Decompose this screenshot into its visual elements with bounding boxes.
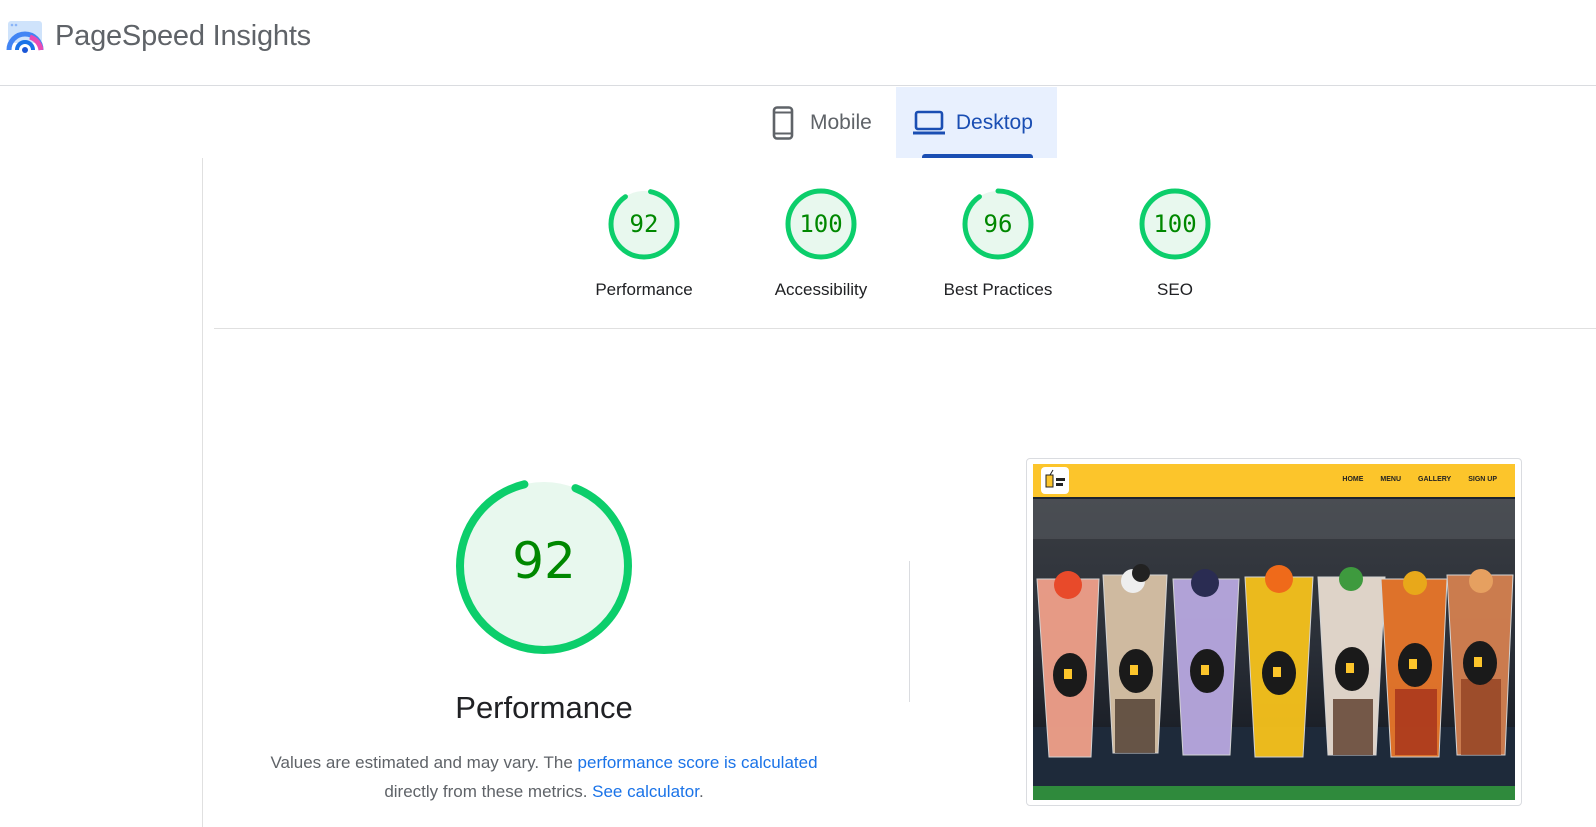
screenshot-nav-menu: MENU [1380, 476, 1402, 483]
app-header: PageSpeed Insights [0, 0, 1596, 86]
score-gauge-accessibility[interactable]: 100 Accessibility [761, 184, 881, 300]
score-label: Best Practices [943, 280, 1053, 299]
laptop-icon [912, 106, 946, 140]
score-label: SEO [1157, 280, 1193, 299]
screenshot-navbar: HOME MENU GALLERY SIGN UP [1033, 464, 1515, 497]
score-value: 96 [983, 210, 1013, 238]
score-label: Accessibility [774, 280, 868, 299]
tab-desktop[interactable]: Desktop [895, 87, 1057, 158]
screenshot-nav-signup: SIGN UP [1468, 476, 1497, 483]
device-tabs: Mobile Desktop [750, 87, 1057, 158]
note-text: . [698, 782, 704, 801]
site-logo-icon [1041, 467, 1069, 494]
app-title[interactable]: PageSpeed Insights [55, 20, 311, 53]
score-label: Performance [595, 280, 693, 299]
summary-divider [214, 328, 1596, 329]
screenshot-footer-strip [1033, 786, 1515, 800]
vertical-divider [909, 561, 910, 702]
screenshot-nav-home: HOME [1342, 476, 1364, 483]
score-calculated-link[interactable]: performance score is calculated [578, 753, 818, 772]
score-gauge-seo[interactable]: 100 SEO [1115, 184, 1235, 300]
score-value: 100 [1153, 210, 1197, 238]
final-screenshot[interactable]: HOME MENU GALLERY SIGN UP [1033, 464, 1515, 800]
pagespeed-logo-icon[interactable] [6, 20, 46, 58]
phone-icon [766, 105, 800, 140]
see-calculator-link[interactable]: See calculator [592, 782, 699, 801]
score-gauge-performance[interactable]: 92 Performance [584, 184, 704, 300]
score-value: 100 [799, 210, 843, 238]
report-left-border [202, 158, 203, 827]
tab-desktop-label: Desktop [955, 110, 1033, 134]
bubble-tea-photo [1033, 499, 1515, 787]
performance-note: Values are estimated and may vary. The p… [244, 748, 844, 806]
tab-mobile-label: Mobile [810, 110, 872, 134]
performance-score: 92 [512, 532, 576, 590]
screenshot-nav-links: HOME MENU GALLERY SIGN UP [1342, 476, 1497, 483]
tab-mobile[interactable]: Mobile [750, 87, 896, 158]
note-text: Values are estimated and may vary. The [270, 753, 578, 772]
score-value: 92 [629, 210, 659, 238]
note-text: directly from these metrics. [384, 782, 593, 801]
performance-title: Performance [455, 690, 633, 725]
screenshot-nav-gallery: GALLERY [1418, 476, 1452, 483]
score-gauge-best-practices[interactable]: 96 Best Practices [938, 184, 1058, 300]
